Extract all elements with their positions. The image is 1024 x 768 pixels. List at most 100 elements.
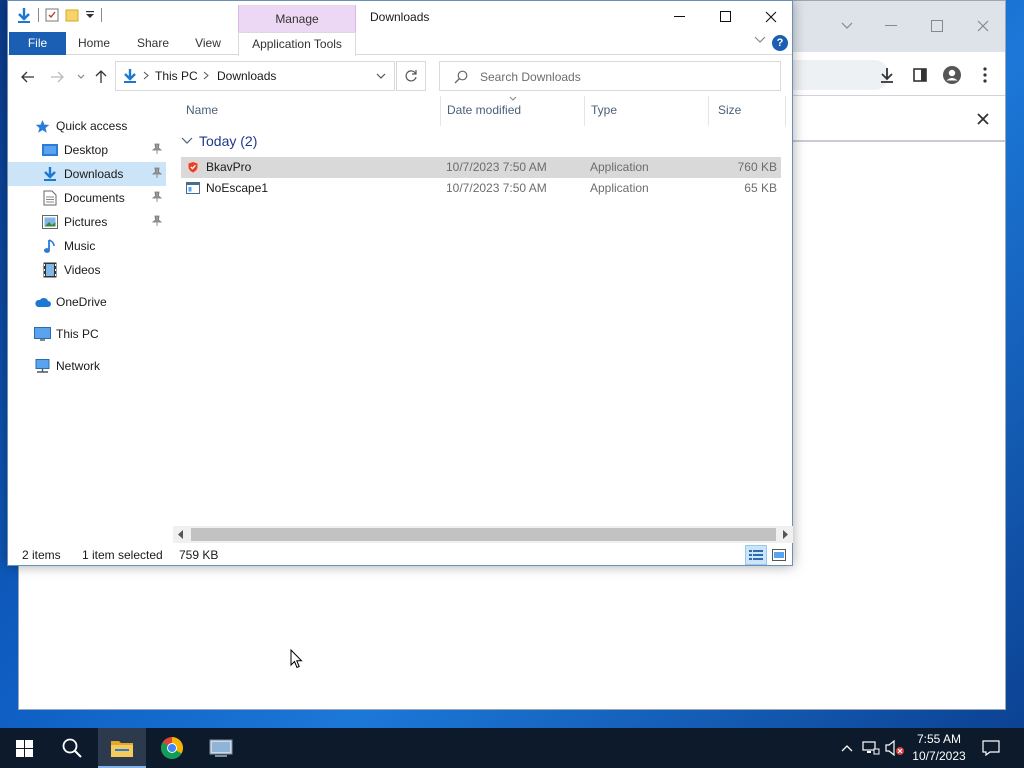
desktop-icon [41,141,59,159]
close-download-bar-icon[interactable] [973,109,993,129]
details-view-button[interactable] [745,545,767,565]
browser-tab-dropdown-icon[interactable] [837,16,857,36]
scroll-left-icon[interactable] [178,530,184,539]
shield-app-icon [186,160,200,174]
file-row-bkavpro[interactable]: BkavPro 10/7/2023 7:50 AM Application 76… [181,157,781,178]
profile-icon[interactable] [941,64,963,86]
pin-icon[interactable] [152,167,162,179]
group-header-today[interactable]: Today (2) [181,133,257,149]
tab-application-tools[interactable]: Application Tools [238,32,356,56]
breadcrumb-this-pc[interactable]: This PC [155,69,198,83]
taskbar-network-app[interactable] [197,728,245,768]
scroll-right-icon[interactable] [782,530,788,539]
network-icon [33,357,51,375]
forward-button[interactable] [46,66,68,88]
file-type: Application [590,181,649,195]
column-header-date-modified[interactable]: Date modified [447,103,521,117]
browser-address-bar[interactable] [779,60,889,90]
taskbar-file-explorer[interactable] [98,728,146,768]
nav-quick-access[interactable]: Quick access [8,114,166,138]
new-folder-icon[interactable] [65,8,79,22]
close-button[interactable] [748,1,794,32]
navigation-pane: Quick access Desktop Downloads Documents… [8,96,168,526]
show-hidden-icons-chevron-icon[interactable] [837,738,857,758]
network-status-icon[interactable] [861,738,881,758]
quick-access-toolbar [16,7,102,23]
nav-pictures[interactable]: Pictures [8,210,166,234]
notifications-icon[interactable] [981,738,1001,758]
music-note-icon [41,237,59,255]
status-size: 759 KB [179,548,219,562]
taskbar-clock[interactable]: 7:55 AM 10/7/2023 [910,731,968,765]
scrollbar-thumb[interactable] [191,528,776,541]
minimize-button[interactable] [656,1,702,32]
breadcrumb-chevron-icon[interactable] [143,71,149,80]
address-history-chevron-icon[interactable] [376,73,386,80]
nav-desktop[interactable]: Desktop [8,138,166,162]
nav-label: Quick access [56,119,128,133]
refresh-button[interactable] [396,61,426,91]
breadcrumb-chevron-icon[interactable] [203,71,209,80]
nav-network[interactable]: Network [8,354,166,378]
nav-label: This PC [56,327,99,341]
file-row-noescape1[interactable]: NoEscape1 10/7/2023 7:50 AM Application … [181,178,781,199]
nav-videos[interactable]: Videos [8,258,166,282]
nav-downloads[interactable]: Downloads [8,162,166,186]
file-list: Name Date modified Type Size Today (2) B… [173,96,793,526]
taskbar-chrome[interactable] [148,728,196,768]
file-name: BkavPro [206,160,252,174]
nav-label: Network [56,359,101,373]
column-divider[interactable] [708,96,709,126]
nav-onedrive[interactable]: OneDrive [8,290,166,314]
browser-minimize-button[interactable] [881,16,901,36]
nav-documents[interactable]: Documents [8,186,166,210]
browser-maximize-button[interactable] [927,16,947,36]
file-explorer-window: Manage Downloads File Home Share View Ap… [7,0,793,566]
nav-this-pc[interactable]: This PC [8,322,166,346]
large-icons-view-button[interactable] [768,545,790,565]
pin-icon[interactable] [152,215,162,227]
horizontal-scrollbar[interactable] [173,526,793,543]
column-divider[interactable] [584,96,585,126]
address-bar[interactable]: This PC Downloads [115,61,395,91]
expand-ribbon-icon[interactable] [754,36,766,44]
maximize-button[interactable] [702,1,748,32]
column-divider[interactable] [440,96,441,126]
column-header-type[interactable]: Type [591,103,617,117]
properties-icon[interactable] [45,8,59,22]
tab-view[interactable]: View [186,32,230,55]
start-button[interactable] [0,728,48,768]
tab-file[interactable]: File [9,32,66,55]
breadcrumb-downloads[interactable]: Downloads [217,69,276,83]
up-button[interactable] [90,66,112,88]
group-label: Today (2) [199,133,258,149]
manage-tab[interactable]: Manage [238,12,356,26]
pin-icon[interactable] [152,143,162,155]
documents-icon [41,189,59,207]
customize-toolbar-icon[interactable] [85,10,95,20]
volume-muted-icon[interactable] [885,738,905,758]
search-input[interactable]: Search Downloads [439,61,781,91]
browser-menu-icon[interactable] [974,64,996,86]
download-icon[interactable] [876,64,898,86]
pin-icon[interactable] [152,191,162,203]
column-divider[interactable] [785,96,786,126]
taskbar-search-button[interactable] [48,728,96,768]
collapse-chevron-icon[interactable] [181,137,193,145]
divider [38,8,39,22]
recent-locations-icon[interactable] [70,66,92,88]
tab-share[interactable]: Share [130,32,176,55]
chrome-icon [160,736,184,760]
column-header-size[interactable]: Size [718,103,741,117]
side-panel-icon[interactable] [909,64,931,86]
column-header-name[interactable]: Name [186,103,218,117]
ribbon-tabs: File Home Share View Application Tools ? [8,32,792,56]
browser-close-button[interactable] [973,16,993,36]
tab-home[interactable]: Home [70,32,118,55]
downloads-icon [41,165,59,183]
back-button[interactable] [17,66,39,88]
file-size: 65 KB [744,181,777,195]
nav-music[interactable]: Music [8,234,166,258]
help-icon[interactable]: ? [772,35,788,51]
nav-label: OneDrive [56,295,107,309]
